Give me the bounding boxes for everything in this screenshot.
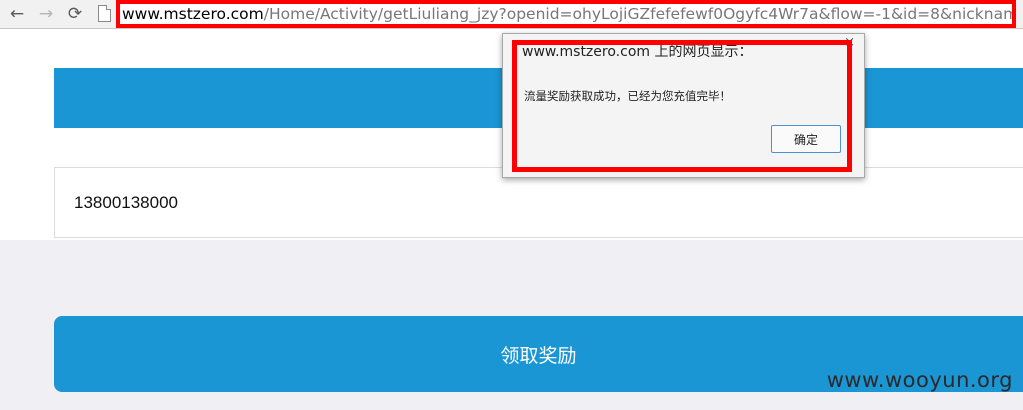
back-icon[interactable]: ←: [6, 3, 28, 25]
close-icon[interactable]: ×: [844, 35, 855, 50]
page-icon: [98, 5, 111, 22]
reload-icon[interactable]: ⟳: [64, 3, 86, 25]
browser-toolbar: ← → ⟳ www.mstzero.com/Home/Activity/getL…: [0, 0, 1023, 29]
alert-dialog: × www.mstzero.com 上的网页显示： 流量奖励获取成功，已经为您充…: [502, 33, 865, 178]
url-path: /Home/Activity/getLiuliang_jzy?openid=oh…: [263, 5, 1012, 23]
forward-icon[interactable]: →: [35, 3, 57, 25]
alert-title: www.mstzero.com 上的网页显示：: [522, 44, 753, 60]
alert-message: 流量奖励获取成功，已经为您充值完毕！: [524, 89, 731, 103]
watermark: www.wooyun.org: [826, 368, 1013, 392]
url-host: www.mstzero.com: [122, 5, 264, 23]
ok-button[interactable]: 确定: [771, 125, 841, 153]
address-bar[interactable]: www.mstzero.com/Home/Activity/getLiulian…: [116, 0, 1016, 28]
